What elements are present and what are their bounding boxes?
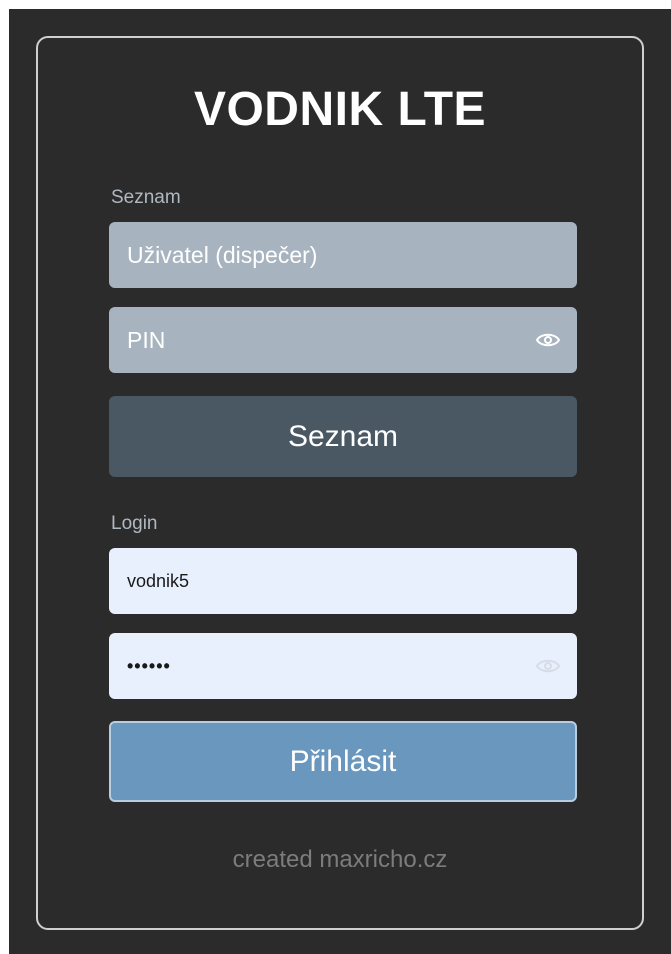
list-section-label: Seznam [111, 187, 181, 208]
list-button[interactable]: Seznam [109, 396, 577, 477]
password-field[interactable] [109, 633, 577, 699]
password-input[interactable] [127, 655, 559, 677]
eye-icon[interactable] [535, 331, 561, 349]
dispatcher-user-input[interactable] [127, 241, 559, 269]
eye-icon[interactable] [535, 657, 561, 675]
pin-field[interactable] [109, 307, 577, 373]
username-field[interactable] [109, 548, 577, 614]
footer-credit: created maxricho.cz [232, 846, 448, 873]
username-input[interactable] [127, 570, 559, 592]
login-card: VODNIK LTE Seznam Seznam Login Přihlásit [36, 36, 644, 930]
login-section-label: Login [111, 513, 158, 534]
app-title: VODNIK LTE [193, 83, 487, 136]
login-button[interactable]: Přihlásit [109, 721, 577, 802]
dispatcher-user-field[interactable] [109, 222, 577, 288]
login-screen: VODNIK LTE Seznam Seznam Login Přihlásit [9, 9, 671, 954]
pin-input[interactable] [127, 326, 559, 354]
